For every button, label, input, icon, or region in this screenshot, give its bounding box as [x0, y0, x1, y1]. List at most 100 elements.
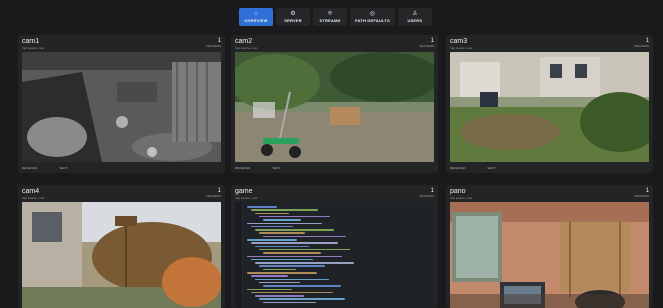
stream-subtitle: rtsp source • raw [22, 46, 45, 50]
sent-label: SENT [487, 166, 496, 170]
grid-icon: ⁜ [327, 11, 333, 17]
stream-card-cam3[interactable]: cam3 rtsp source • raw 1 READERS RECEIVE… [446, 35, 653, 173]
video-preview-cam2[interactable] [235, 52, 434, 162]
received-label: RECEIVED [22, 166, 38, 170]
code-line [263, 301, 316, 304]
code-editor-frame [235, 202, 434, 308]
settings-icon: ◎ [369, 11, 376, 17]
card-footer: RECEIVED SENT [22, 165, 221, 171]
top-navigation: ⌂ OVERVIEW ⚙ SERVER ⁜ STREAMS ◎ PATH DEF… [239, 8, 432, 28]
code-line [255, 229, 334, 231]
stream-name: game [235, 188, 253, 195]
readers-label: READERS [419, 44, 434, 48]
video-preview-cam4[interactable] [22, 202, 221, 308]
code-line [251, 275, 288, 277]
stream-subtitle: rtsp source • raw [22, 196, 45, 200]
video-frame [22, 52, 221, 162]
readers-label: READERS [206, 44, 221, 48]
code-line [247, 239, 297, 241]
video-frame [450, 202, 649, 308]
stream-card-cam2[interactable]: cam2 rtsp source • raw 1 READERS RECEIVE… [231, 35, 438, 173]
home-icon: ⌂ [254, 11, 258, 17]
code-line [259, 248, 350, 251]
card-header: cam4 rtsp source • raw 1 READERS [22, 188, 221, 202]
tab-server-label: SERVER [284, 18, 302, 23]
stream-name: cam2 [235, 38, 253, 45]
received-label: RECEIVED [450, 166, 466, 170]
readers-label: READERS [634, 44, 649, 48]
video-frame [22, 202, 221, 308]
video-frame [235, 52, 434, 162]
code-line [259, 232, 305, 234]
stream-name: cam3 [450, 38, 468, 45]
code-line [259, 298, 345, 300]
stream-subtitle: rtsp source • raw [450, 46, 473, 50]
code-line [255, 262, 354, 264]
code-line [251, 291, 333, 294]
code-line [263, 285, 341, 287]
code-line [255, 212, 289, 215]
sent-label: SENT [59, 166, 68, 170]
card-header: cam1 rtsp source • raw 1 READERS [22, 38, 221, 52]
code-line [263, 268, 296, 271]
code-line [263, 252, 321, 254]
code-line [247, 222, 322, 224]
code-line [255, 295, 304, 297]
code-line [251, 209, 318, 211]
stream-subtitle: rtsp source • raw [450, 196, 473, 200]
stream-card-pano[interactable]: pano rtsp source • raw 1 READERS [446, 185, 653, 308]
code-line [263, 235, 346, 238]
code-line [247, 206, 277, 208]
code-line [259, 215, 330, 218]
code-line [251, 225, 293, 228]
readers-counter: 1 READERS [419, 38, 434, 48]
code-line [255, 278, 329, 281]
video-preview-pano[interactable] [450, 202, 649, 308]
line-number-gutter [235, 202, 243, 308]
video-frame [450, 52, 649, 162]
code-line [259, 265, 325, 267]
readers-label: READERS [419, 194, 434, 198]
video-preview-cam3[interactable] [450, 52, 649, 162]
tab-users[interactable]: ♙ USERS [397, 8, 432, 26]
gear-icon: ⚙ [290, 11, 296, 17]
sent-label: SENT [272, 166, 281, 170]
tab-server[interactable]: ⚙ SERVER [276, 8, 310, 26]
readers-label: READERS [634, 194, 649, 198]
tab-overview-label: OVERVIEW [244, 18, 268, 23]
stream-subtitle: rtsp source • raw [235, 46, 258, 50]
tab-streams[interactable]: ⁜ STREAMS [313, 8, 347, 26]
readers-label: READERS [206, 194, 221, 198]
stream-card-game[interactable]: game rtsp source • raw 1 READERS [231, 185, 438, 308]
video-preview-cam1[interactable] [22, 52, 221, 162]
tab-path-defaults[interactable]: ◎ PATH DEFAULTS [350, 8, 395, 26]
readers-counter: 1 READERS [206, 188, 221, 198]
card-footer: RECEIVED SENT [450, 165, 649, 171]
readers-counter: 1 READERS [419, 188, 434, 198]
stream-name: cam4 [22, 188, 40, 195]
code-line [263, 219, 301, 221]
stream-card-cam1[interactable]: cam1 rtsp source • raw 1 READERS RECEIVE… [18, 35, 225, 173]
tab-path-defaults-label: PATH DEFAULTS [355, 18, 390, 23]
video-preview-game[interactable] [235, 202, 434, 308]
card-header: cam3 rtsp source • raw 1 READERS [450, 38, 649, 52]
user-icon: ♙ [412, 11, 418, 17]
stream-subtitle: rtsp source • raw [235, 196, 258, 200]
code-line [247, 288, 292, 290]
card-header: pano rtsp source • raw 1 READERS [450, 188, 649, 202]
readers-counter: 1 READERS [634, 188, 649, 198]
stream-name: cam1 [22, 38, 40, 45]
card-header: cam2 rtsp source • raw 1 READERS [235, 38, 434, 52]
tab-streams-label: STREAMS [319, 18, 341, 23]
code-line [247, 255, 342, 257]
readers-counter: 1 READERS [634, 38, 649, 48]
tab-overview[interactable]: ⌂ OVERVIEW [239, 8, 273, 26]
readers-counter: 1 READERS [206, 38, 221, 48]
code-line [251, 258, 313, 261]
code-line [251, 242, 338, 244]
code-line [259, 281, 300, 284]
stream-card-cam4[interactable]: cam4 rtsp source • raw 1 READERS [18, 185, 225, 308]
tab-users-label: USERS [407, 18, 423, 23]
card-footer: RECEIVED SENT [235, 165, 434, 171]
received-label: RECEIVED [235, 166, 251, 170]
